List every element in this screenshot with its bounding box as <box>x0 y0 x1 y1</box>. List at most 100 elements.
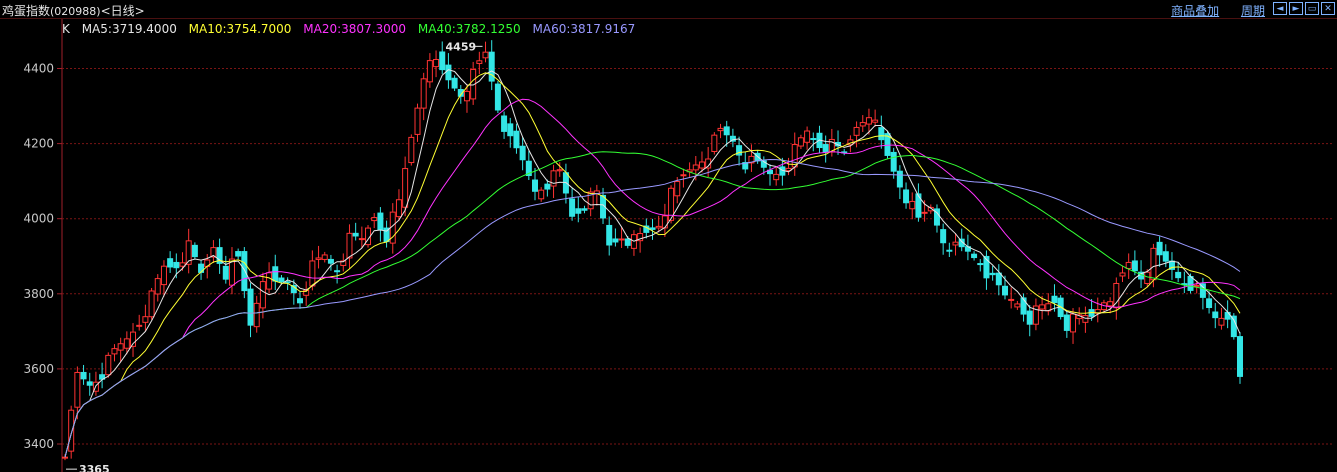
candle-up <box>853 126 860 136</box>
candle-down <box>1206 298 1213 309</box>
candle-down <box>451 77 458 89</box>
candle-up <box>1150 247 1157 281</box>
candle-down <box>606 224 613 246</box>
kline-chart[interactable]: 3400 3600 3800 4000 4200 4400 4459 3365 <box>0 0 1337 472</box>
candle-down <box>581 208 588 211</box>
candle-up <box>1193 284 1200 287</box>
y-tick-label: 3800 <box>23 287 54 301</box>
candle-down <box>1002 285 1008 296</box>
candle-down <box>723 126 730 136</box>
candle-down <box>989 272 996 276</box>
candle-down <box>247 288 254 326</box>
candle-up <box>160 265 167 286</box>
candle-up <box>952 241 959 246</box>
candle-down <box>977 263 984 266</box>
candle-up <box>482 51 489 59</box>
candle-up <box>797 137 804 147</box>
candle-up <box>402 168 409 208</box>
high-annotation: 4459 <box>446 40 477 53</box>
candle-up <box>661 215 668 229</box>
candle-down <box>649 227 656 230</box>
candle-down <box>278 277 285 283</box>
candle-down <box>995 272 1002 286</box>
candle-down <box>1187 276 1194 291</box>
candle-down <box>198 263 205 273</box>
candle-down <box>191 244 198 258</box>
candle-up <box>711 134 718 152</box>
candle-down <box>940 229 947 244</box>
candle-up <box>1119 272 1126 277</box>
candle-down <box>624 238 631 246</box>
candle-up <box>123 338 130 349</box>
ma40-line <box>64 151 1241 458</box>
candle-up <box>692 164 699 171</box>
candle-up <box>865 117 872 125</box>
candle-up <box>420 78 427 109</box>
candle-down <box>896 170 903 188</box>
candle-up <box>414 107 421 135</box>
candle-down <box>222 265 229 280</box>
candle-down <box>822 144 829 153</box>
candle-up <box>773 173 780 181</box>
candle-down <box>569 198 576 217</box>
candle-up <box>74 371 81 408</box>
candle-up <box>142 316 149 323</box>
candle-up <box>62 456 68 459</box>
y-tick-label: 3600 <box>23 362 54 376</box>
candle-up <box>1125 261 1132 269</box>
candle-down <box>1020 297 1027 315</box>
candle-down <box>903 189 910 204</box>
candle-down <box>284 281 291 284</box>
candle-down <box>1131 260 1138 272</box>
candle-up <box>433 58 440 68</box>
ma20-line <box>64 98 1241 458</box>
candle-up <box>408 136 415 164</box>
candle-up <box>309 260 316 287</box>
candle-up <box>674 181 681 197</box>
candle-up <box>259 281 266 309</box>
candle-up <box>1008 298 1015 301</box>
candle-up <box>1039 304 1046 310</box>
candle-up <box>1218 317 1225 326</box>
candle-down <box>439 51 446 71</box>
candle-down <box>352 232 359 237</box>
candle-down <box>377 212 384 231</box>
candle-up <box>1070 313 1077 333</box>
candle-up <box>1107 301 1114 307</box>
candle-down <box>235 251 242 257</box>
candle-down <box>519 145 526 161</box>
candle-up <box>1014 303 1021 308</box>
candle-down <box>915 193 922 218</box>
candle-up <box>253 302 260 328</box>
candle-down <box>1175 271 1182 279</box>
candle-up <box>111 348 118 355</box>
candle-down <box>334 270 341 273</box>
candle-up <box>117 343 124 351</box>
candle-down <box>327 258 334 264</box>
candle-down <box>1162 251 1169 262</box>
candle-up <box>321 254 328 260</box>
candle-down <box>878 127 885 141</box>
candle-down <box>1063 314 1070 331</box>
candle-down <box>86 381 93 386</box>
candle-down <box>532 179 538 192</box>
candle-down <box>575 208 582 214</box>
candle-up <box>371 217 378 222</box>
candle-up <box>872 119 879 123</box>
candle-up <box>476 60 483 64</box>
candle-up <box>266 272 273 290</box>
candle-down <box>1224 311 1231 320</box>
candle-down <box>494 83 501 111</box>
candle-down <box>1156 241 1163 256</box>
candle-down <box>1212 311 1219 319</box>
candle-up <box>68 409 75 452</box>
candle-down <box>1237 336 1243 377</box>
candle-down <box>241 251 248 292</box>
candle-up <box>655 225 662 229</box>
candle-down <box>971 253 978 259</box>
candle-up <box>1144 271 1151 284</box>
candle-up <box>698 161 705 169</box>
candle-down <box>1051 295 1058 304</box>
candle-down <box>80 371 87 380</box>
y-tick-label: 4400 <box>23 62 54 76</box>
